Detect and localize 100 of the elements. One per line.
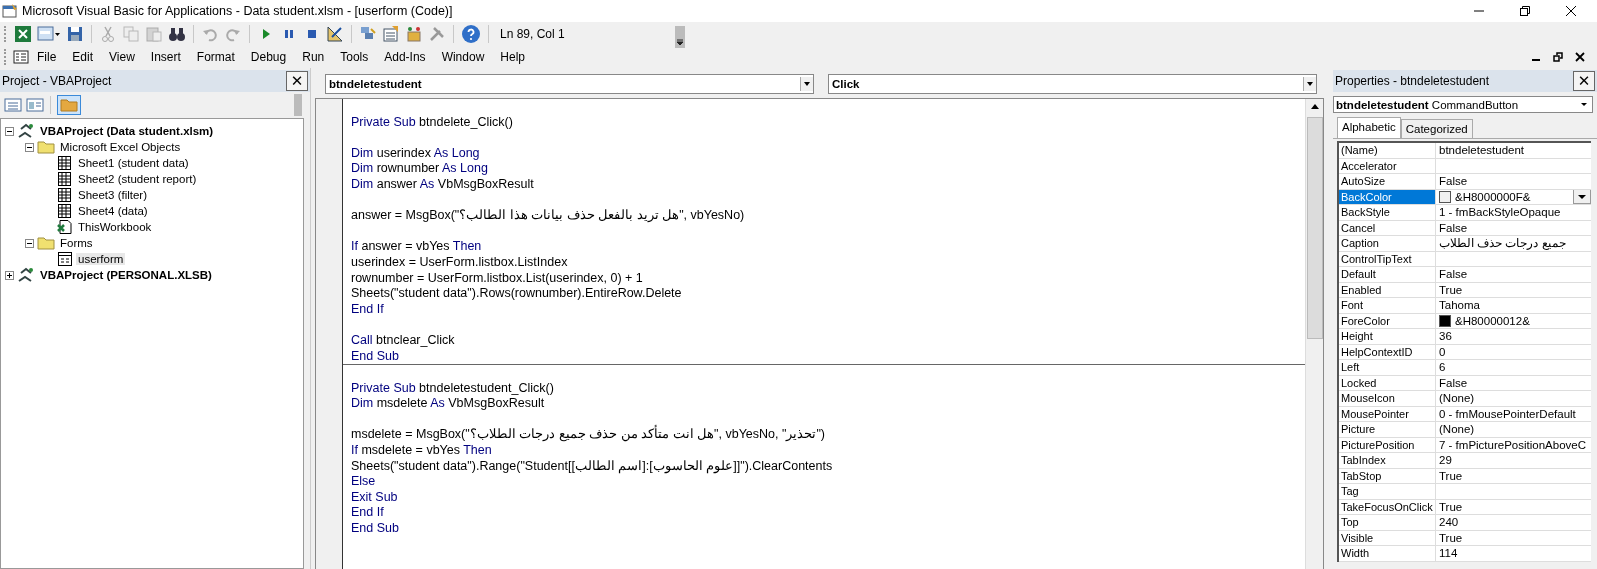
code-line: Dim rownumber As Long (351, 161, 488, 176)
restore-icon[interactable] (1553, 52, 1563, 62)
close-icon[interactable] (1575, 52, 1585, 62)
property-name[interactable]: AutoSize (1339, 174, 1436, 189)
menu-item[interactable]: Run (294, 50, 333, 64)
toolbar-grip[interactable] (294, 94, 302, 116)
menu-item[interactable]: View (101, 50, 143, 64)
property-name[interactable]: MousePointer (1339, 406, 1436, 421)
tree-item[interactable]: Sheet4 (data) (76, 205, 150, 217)
tree-item[interactable]: Microsoft Excel Objects (58, 141, 183, 153)
code-line: If answer = vbYes Then (351, 239, 482, 254)
property-name[interactable]: Tag (1339, 484, 1436, 499)
sheet-icon (57, 187, 73, 203)
property-name[interactable]: Left (1339, 360, 1436, 375)
property-name[interactable]: TabStop (1339, 468, 1436, 483)
pane-title: Project - VBAProject (1, 74, 112, 88)
property-name[interactable]: (Name) (1339, 143, 1436, 158)
form-icon (57, 251, 73, 267)
scrollbar-thumb[interactable] (1306, 117, 1323, 339)
code-window-icon[interactable] (13, 50, 29, 64)
property-name[interactable]: TabIndex (1339, 453, 1436, 468)
property-name[interactable]: Top (1339, 515, 1436, 530)
properties-icon[interactable] (382, 25, 400, 43)
property-name[interactable]: MouseIcon (1339, 391, 1436, 406)
toolbar-options-icon[interactable] (675, 26, 685, 48)
property-value: (None) (1439, 392, 1475, 405)
property-name[interactable]: Accelerator (1339, 158, 1436, 173)
property-name[interactable]: ForeColor (1339, 313, 1436, 328)
menu-item[interactable]: Debug (242, 50, 295, 64)
menu-item[interactable]: Edit (64, 50, 102, 64)
tab[interactable]: Categorized (1400, 119, 1473, 138)
object-dropdown[interactable]: btndeletestudent (325, 74, 814, 94)
close-button[interactable]: ✕ (286, 71, 308, 91)
property-name[interactable]: Locked (1339, 375, 1436, 390)
property-name[interactable]: BackStyle (1339, 205, 1436, 220)
restore-icon[interactable] (1519, 5, 1531, 17)
property-name[interactable]: Visible (1339, 530, 1436, 545)
help-icon[interactable] (461, 24, 481, 44)
code-line: If msdelete = vbYes Then (351, 443, 492, 458)
spreadsheet-icon[interactable] (14, 25, 32, 43)
property-value: btndeletestudent (1439, 144, 1525, 157)
tab[interactable]: Alphabetic (1337, 117, 1401, 138)
property-value: (None) (1439, 423, 1475, 436)
menu-item[interactable]: Format (188, 50, 243, 64)
binoculars-icon[interactable] (168, 25, 186, 43)
tree-item[interactable]: VBAProject (PERSONAL.XLSB) (38, 269, 214, 281)
property-value: True (1439, 469, 1463, 482)
form-icon[interactable] (37, 25, 61, 43)
menu-item[interactable]: Tools (332, 50, 377, 64)
toggle-folders-button[interactable] (57, 95, 81, 115)
dropdown-arrow-icon (1581, 103, 1587, 106)
property-value: False (1439, 376, 1468, 389)
property-name[interactable]: PicturePosition (1339, 437, 1436, 452)
property-name[interactable]: Caption (1339, 236, 1436, 251)
collapse-icon[interactable] (25, 142, 34, 152)
menu-item[interactable]: Help (492, 50, 533, 64)
collapse-icon[interactable] (25, 238, 34, 248)
property-name[interactable]: Width (1339, 546, 1436, 561)
save-icon[interactable] (66, 25, 84, 43)
code-line: Call btnclear_Click (351, 332, 455, 347)
sheet-icon (57, 155, 73, 171)
tree-item[interactable]: Sheet1 (student data) (76, 157, 191, 169)
property-name[interactable]: Cancel (1339, 220, 1436, 235)
tree-item[interactable]: Forms (58, 237, 95, 249)
object-selector[interactable]: btndeletestudent CommandButton (1333, 96, 1593, 113)
menu-item[interactable]: File (29, 50, 65, 64)
object-browser-icon[interactable] (405, 25, 423, 43)
property-value: &H8000000F& (1455, 190, 1531, 203)
tree-item[interactable]: Sheet3 (filter) (76, 189, 150, 201)
menu-item[interactable]: Insert (142, 50, 189, 64)
property-name[interactable]: Picture (1339, 422, 1436, 437)
menu-item[interactable]: Add-Ins (376, 50, 434, 64)
cursor-position: Ln 89, Col 1 (499, 27, 566, 41)
expand-icon[interactable] (5, 270, 14, 280)
toolbox-icon[interactable] (428, 25, 446, 43)
tree-item[interactable]: userform (76, 253, 126, 265)
tree-item[interactable]: VBAProject (Data student.xlsm) (38, 125, 216, 137)
code-line: msdelete = MsgBox("هل انت متأكد من حذف جميع درجات الطلاب؟", vbYesNo, "تحذير") (351, 427, 825, 442)
tree-item[interactable]: ThisWorkbook (76, 221, 154, 233)
property-name[interactable]: HelpContextID (1339, 344, 1436, 359)
property-value: 6 (1439, 361, 1446, 374)
property-name[interactable]: Enabled (1339, 282, 1436, 297)
close-button[interactable]: ✕ (1573, 71, 1595, 91)
property-name[interactable]: Font (1339, 298, 1436, 313)
window-title: Microsoft Visual Basic for Applications - Data student.xlsm - [userform (Code)] (22, 4, 453, 18)
procedure-dropdown[interactable]: Click (828, 74, 1317, 94)
design-mode-icon[interactable] (326, 25, 344, 43)
menu-item[interactable]: Window (433, 50, 493, 64)
close-icon[interactable] (1565, 5, 1577, 17)
collapse-icon[interactable] (5, 126, 14, 136)
property-name[interactable]: TakeFocusOnClick (1339, 499, 1436, 514)
property-name[interactable]: Default (1339, 267, 1436, 282)
tree-item[interactable]: Sheet2 (student report) (76, 173, 199, 185)
property-name[interactable]: ControlTipText (1339, 251, 1436, 266)
project-icon (17, 267, 35, 283)
property-name[interactable]: Height (1339, 329, 1436, 344)
code-line: answer = MsgBox("هل تريد بالفعل حذف بيانات هذا الطالب؟", vbYesNo) (351, 208, 745, 223)
property-value: True (1439, 531, 1463, 544)
code-line: End Sub (351, 348, 399, 363)
code-line: Private Sub btndelete_Click() (351, 114, 513, 129)
